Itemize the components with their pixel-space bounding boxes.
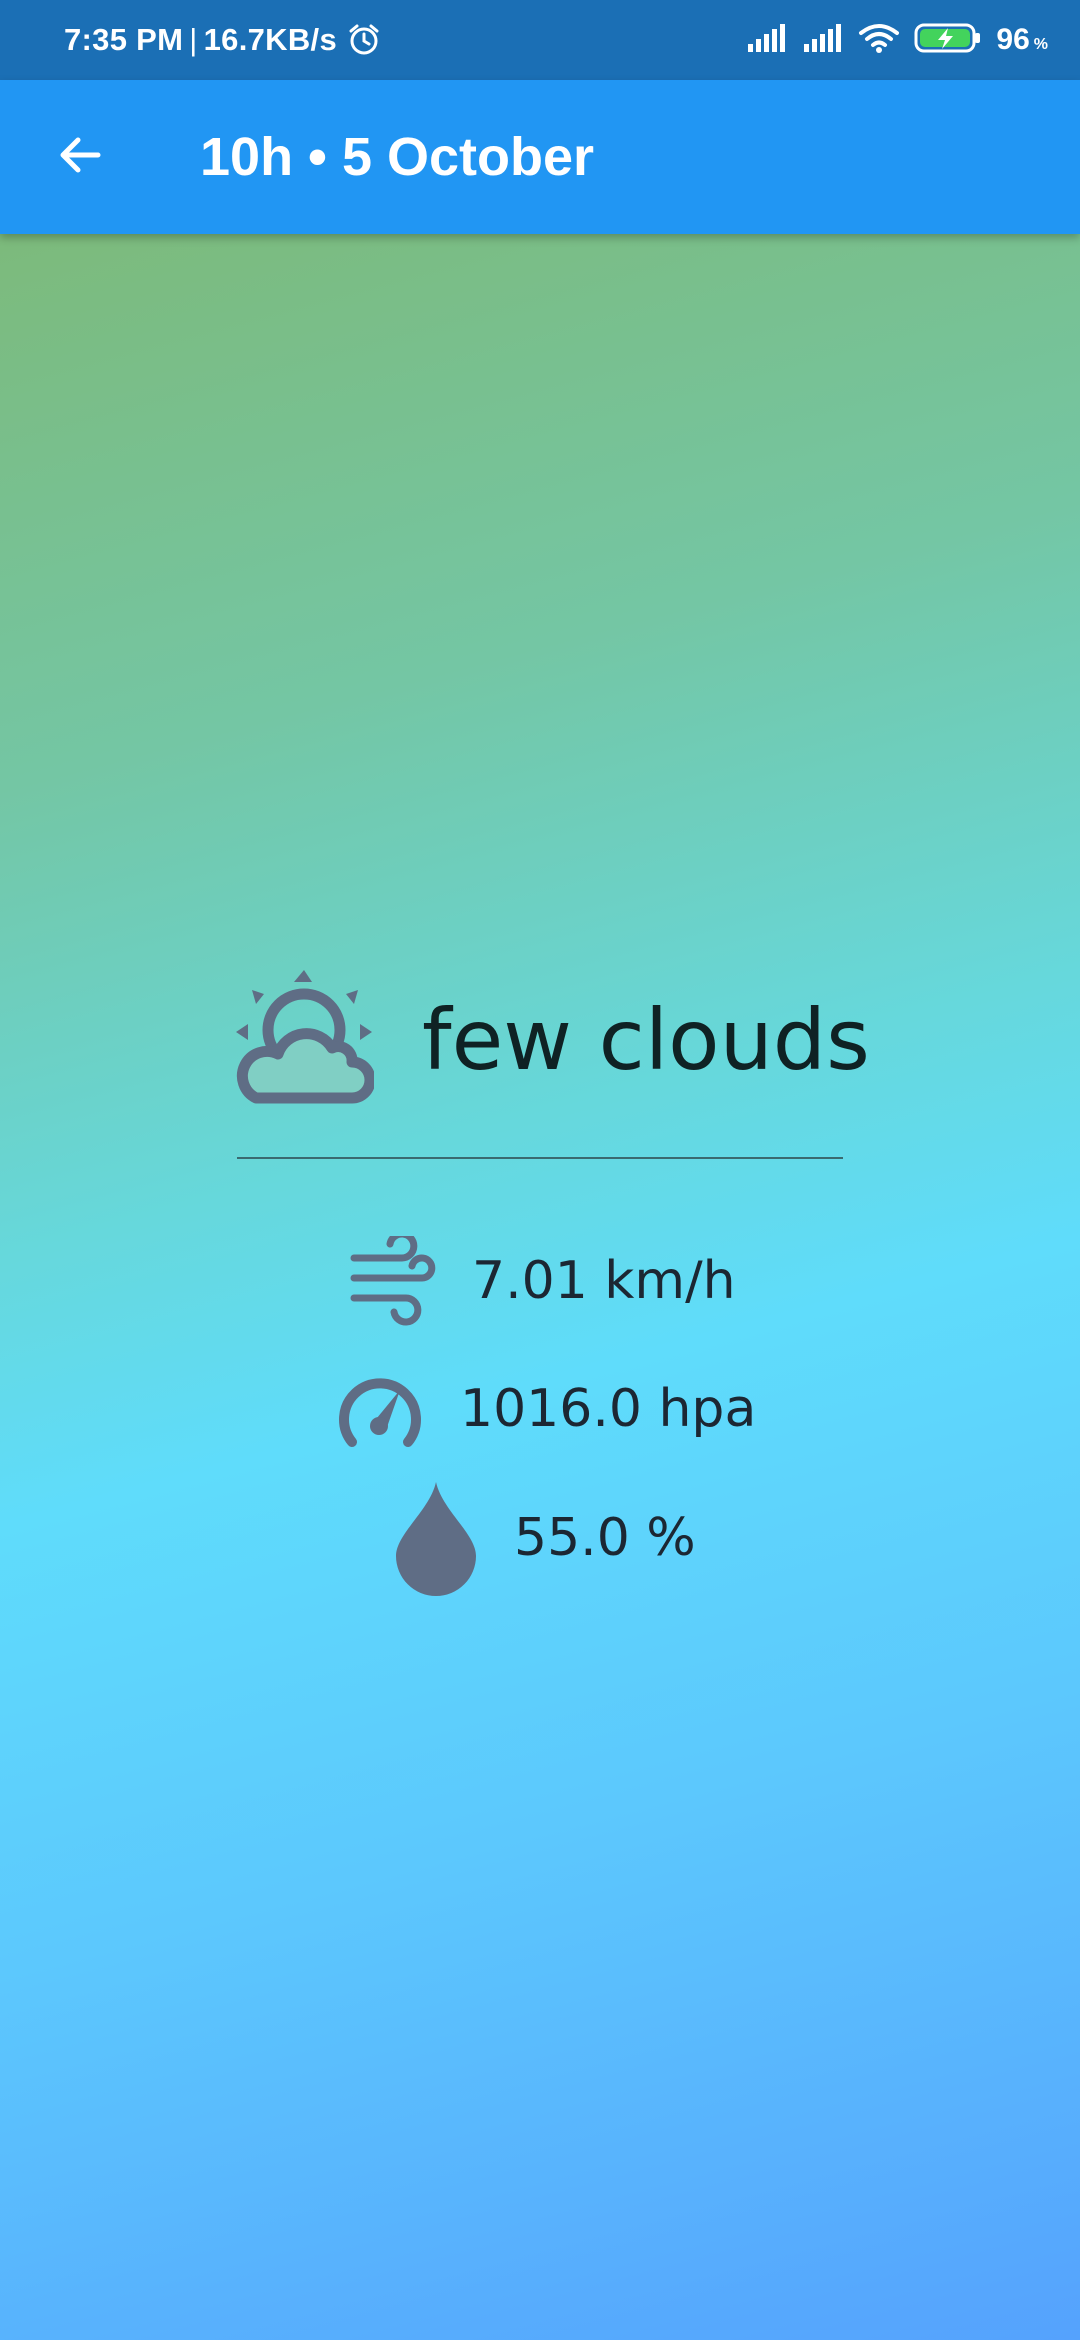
battery-level: 96 % — [996, 23, 1048, 57]
network-speed: 16.7KB/s — [203, 22, 337, 57]
sun-behind-cloud-icon — [234, 970, 376, 1110]
wifi-icon — [858, 22, 900, 59]
humidity-value: 55.0 % — [514, 1508, 696, 1568]
droplet-icon — [394, 1480, 478, 1596]
status-right: 96 % — [746, 0, 1048, 80]
pressure-row: 1016.0 hpa — [336, 1368, 756, 1450]
battery-level-value: 96 — [996, 23, 1030, 56]
wind-speed-row: 7.01 km/h — [350, 1236, 736, 1326]
battery-level-unit: % — [1033, 36, 1048, 53]
signal-bars-icon — [746, 22, 788, 59]
back-button[interactable] — [40, 117, 120, 197]
humidity-row: 55.0 % — [394, 1480, 696, 1596]
signal-bars-icon — [802, 22, 844, 59]
screen: 7:35 PM | 16.7KB/s 96 % 10h • 5 October … — [0, 0, 1080, 2340]
app-bar: 10h • 5 October — [0, 80, 1080, 234]
status-bar: 7:35 PM | 16.7KB/s 96 % — [0, 0, 1080, 80]
weather-description: few clouds — [422, 991, 870, 1089]
pressure-value: 1016.0 hpa — [460, 1379, 757, 1439]
status-time: 7:35 PM — [64, 22, 184, 57]
arrow-left-icon — [54, 129, 106, 185]
status-left: 7:35 PM | 16.7KB/s — [64, 0, 381, 80]
battery-charging-icon — [914, 22, 982, 59]
weather-condition: few clouds — [234, 970, 870, 1110]
wind-speed-value: 7.01 km/h — [472, 1251, 736, 1311]
alarm-clock-icon — [347, 23, 381, 57]
gauge-icon — [336, 1368, 424, 1450]
status-separator: | — [189, 22, 198, 57]
divider — [237, 1157, 843, 1159]
wind-icon — [350, 1236, 436, 1326]
page-title: 10h • 5 October — [200, 127, 595, 187]
